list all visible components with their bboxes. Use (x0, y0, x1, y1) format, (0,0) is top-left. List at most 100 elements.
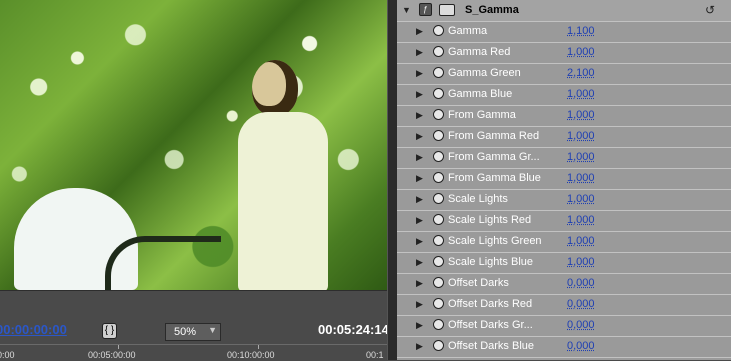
expand-triangle-icon[interactable]: ▶ (416, 341, 423, 352)
param-value[interactable]: 2,100 (567, 67, 595, 79)
stopwatch-icon[interactable] (433, 88, 444, 99)
reset-icon[interactable]: ↺ (705, 3, 715, 17)
expand-triangle-icon[interactable]: ▶ (416, 173, 423, 184)
stopwatch-icon[interactable] (433, 235, 444, 246)
stroller-handle (105, 236, 221, 290)
expand-triangle-icon[interactable]: ▶ (416, 110, 423, 121)
expand-triangle-icon[interactable]: ▶ (416, 89, 423, 100)
ruler-tick (118, 345, 119, 349)
video-preview[interactable] (0, 0, 387, 290)
param-row[interactable]: ▶ Offset Darks 0,000 (397, 273, 731, 295)
ruler-label: 00:00 (0, 350, 15, 360)
stopwatch-icon[interactable] (433, 319, 444, 330)
stopwatch-icon[interactable] (433, 151, 444, 162)
param-name: Scale Lights (448, 193, 508, 205)
param-row[interactable]: ▶ Scale Lights Blue 1,000 (397, 252, 731, 274)
param-value[interactable]: 1,100 (567, 25, 595, 37)
expand-triangle-icon[interactable]: ▼ (402, 5, 411, 15)
param-name: From Gamma (448, 109, 516, 121)
param-name: From Gamma Blue (448, 172, 541, 184)
param-row[interactable]: ▶ Gamma Red 1,000 (397, 42, 731, 64)
ruler-label: 00:05:00:00 (88, 350, 136, 360)
stopwatch-icon[interactable] (433, 67, 444, 78)
param-value[interactable]: 1,000 (567, 151, 595, 163)
expand-triangle-icon[interactable]: ▶ (416, 194, 423, 205)
param-row[interactable]: ▶ Gamma Green 2,100 (397, 63, 731, 85)
param-name: Offset Darks Red (448, 298, 533, 310)
param-value[interactable]: 0,000 (567, 340, 595, 352)
stopwatch-icon[interactable] (433, 25, 444, 36)
stopwatch-icon[interactable] (433, 214, 444, 225)
effect-header[interactable]: ▼ ƒ S_Gamma ↺ (397, 0, 731, 22)
effect-name: S_Gamma (465, 4, 519, 16)
stopwatch-icon[interactable] (433, 193, 444, 204)
zoom-select[interactable]: 50% ▼ (165, 323, 221, 341)
param-row[interactable]: ▶ Gamma 1,100 (397, 21, 731, 43)
param-name: Scale Lights Red (448, 214, 532, 226)
chevron-down-icon: ▼ (208, 325, 217, 335)
param-value[interactable]: 0,000 (567, 277, 595, 289)
param-row[interactable]: ▶ Offset Darks Red 0,000 (397, 294, 731, 316)
param-name: Offset Darks Blue (448, 340, 534, 352)
param-row[interactable]: ▶ From Gamma Gr... 1,000 (397, 147, 731, 169)
expand-triangle-icon[interactable]: ▶ (416, 299, 423, 310)
stopwatch-icon[interactable] (433, 277, 444, 288)
param-value[interactable]: 1,000 (567, 193, 595, 205)
expand-triangle-icon[interactable]: ▶ (416, 152, 423, 163)
param-name: Gamma Green (448, 67, 521, 79)
current-timecode[interactable]: 00:00:00:00 (0, 322, 67, 337)
expand-triangle-icon[interactable]: ▶ (416, 215, 423, 226)
param-row[interactable]: ▶ Scale Lights Green 1,000 (397, 231, 731, 253)
param-value[interactable]: 0,000 (567, 319, 595, 331)
param-value[interactable]: 1,000 (567, 214, 595, 226)
param-name: Gamma Red (448, 46, 511, 58)
param-name: Offset Darks Gr... (448, 319, 533, 331)
param-row[interactable]: ▶ Gamma Blue 1,000 (397, 84, 731, 106)
param-row[interactable]: ▶ Scale Lights 1,000 (397, 189, 731, 211)
expand-triangle-icon[interactable]: ▶ (416, 47, 423, 58)
time-ruler[interactable]: 00:00 00:05:00:00 00:10:00:00 00:1 (0, 344, 390, 361)
ruler-label: 00:10:00:00 (227, 350, 275, 360)
param-value[interactable]: 1,000 (567, 256, 595, 268)
param-value[interactable]: 0,000 (567, 298, 595, 310)
stopwatch-icon[interactable] (433, 109, 444, 120)
param-row[interactable]: ▶ From Gamma 1,000 (397, 105, 731, 127)
safe-margins-icon[interactable]: { } (102, 323, 117, 339)
effect-controls-panel: ▼ ƒ S_Gamma ↺ ▶ Gamma 1,100 ▶ Gamma Red 1,000… (397, 0, 731, 360)
param-value[interactable]: 1,000 (567, 88, 595, 100)
param-name: Gamma Blue (448, 88, 513, 100)
param-row[interactable]: ▶ Offset Darks Blue 0,000 (397, 336, 731, 358)
param-value[interactable]: 1,000 (567, 130, 595, 142)
expand-triangle-icon[interactable]: ▶ (416, 236, 423, 247)
param-row[interactable]: ▶ From Gamma Blue 1,000 (397, 168, 731, 190)
duration-timecode: 00:05:24:14 (318, 322, 389, 337)
param-row[interactable]: ▶ Scale Lights Red 1,000 (397, 210, 731, 232)
stopwatch-icon[interactable] (433, 46, 444, 57)
expand-triangle-icon[interactable]: ▶ (416, 131, 423, 142)
program-monitor: 00:00:00:00 { } 50% ▼ 00:05:24:14 00:00 … (0, 0, 390, 361)
param-value[interactable]: 1,000 (567, 46, 595, 58)
param-value[interactable]: 1,000 (567, 172, 595, 184)
stopwatch-icon[interactable] (433, 172, 444, 183)
expand-triangle-icon[interactable]: ▶ (416, 68, 423, 79)
stopwatch-icon[interactable] (433, 340, 444, 351)
stopwatch-icon[interactable] (433, 298, 444, 309)
fx-toggle-icon[interactable]: ƒ (419, 3, 432, 16)
expand-triangle-icon[interactable]: ▶ (416, 257, 423, 268)
stopwatch-icon[interactable] (433, 256, 444, 267)
param-row[interactable]: ▶ Offset Darks Gr... 0,000 (397, 315, 731, 337)
param-row[interactable]: ▶ From Gamma Red 1,000 (397, 126, 731, 148)
param-name: Scale Lights Green (448, 235, 542, 247)
ruler-tick (258, 345, 259, 349)
param-value[interactable]: 1,000 (567, 109, 595, 121)
woman-head (252, 60, 298, 116)
effect-camera-icon (439, 4, 455, 16)
param-value[interactable]: 1,000 (567, 235, 595, 247)
ruler-label: 00:1 (366, 350, 384, 360)
expand-triangle-icon[interactable]: ▶ (416, 320, 423, 331)
expand-triangle-icon[interactable]: ▶ (416, 278, 423, 289)
expand-triangle-icon[interactable]: ▶ (416, 26, 423, 37)
woman-figure (238, 60, 338, 290)
stopwatch-icon[interactable] (433, 130, 444, 141)
param-name: From Gamma Red (448, 130, 540, 142)
